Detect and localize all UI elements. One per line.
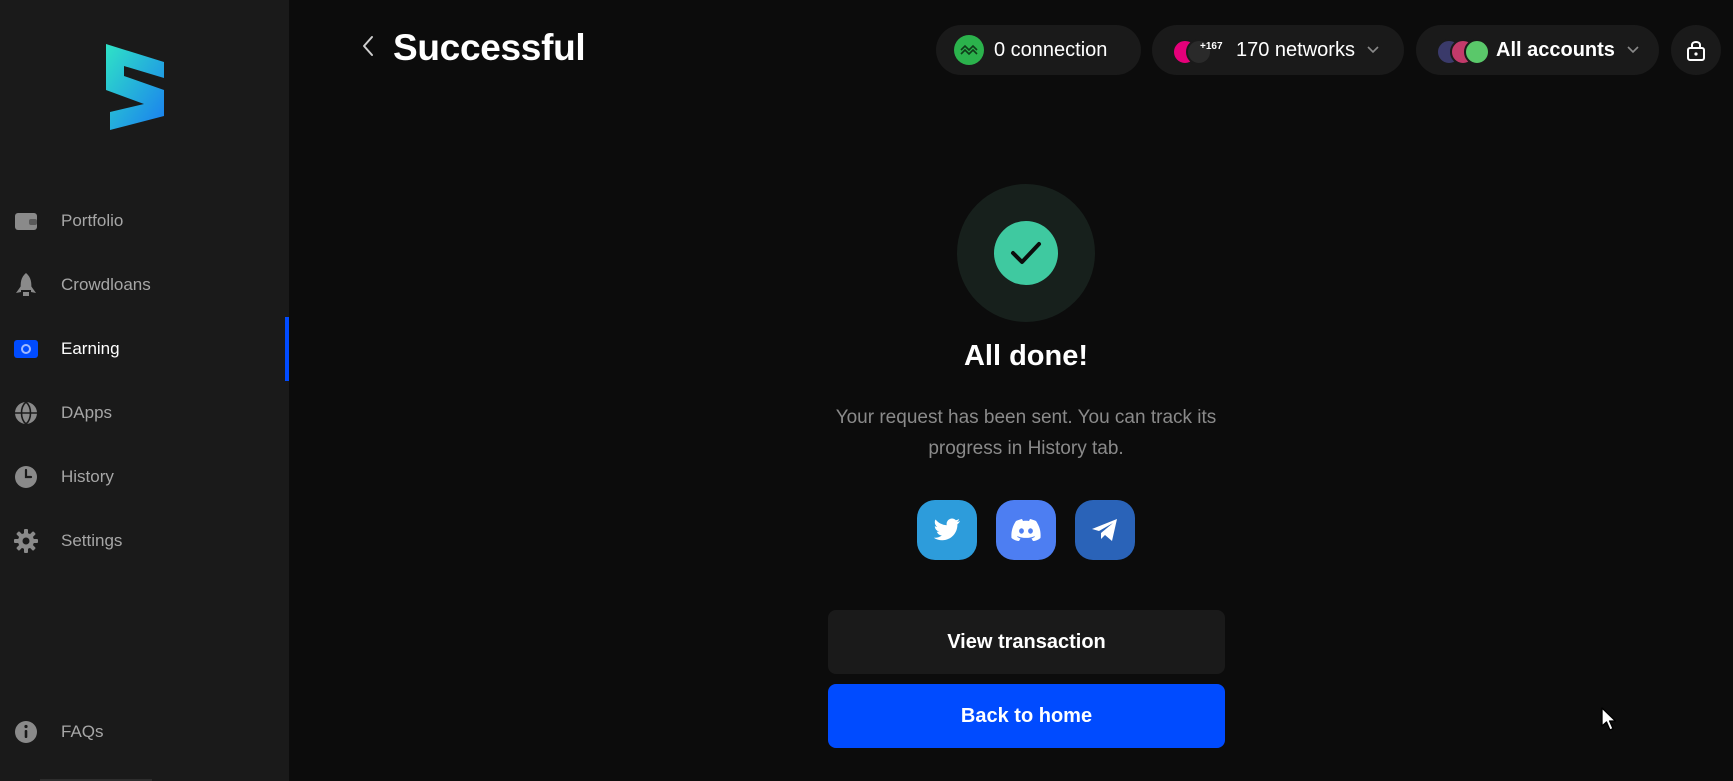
discord-icon: [1011, 519, 1041, 541]
info-icon: [13, 719, 39, 745]
connection-label: 0 connection: [994, 38, 1108, 61]
done-title: All done!: [963, 340, 1089, 372]
accounts-selector[interactable]: All accounts: [1416, 25, 1659, 75]
back-to-home-button[interactable]: Back to home: [828, 684, 1225, 748]
telegram-icon: [1092, 519, 1117, 541]
sidebar: Portfolio Crowdloans Earning DApps Histo: [0, 0, 289, 781]
sidebar-item-label: Earning: [61, 339, 120, 358]
account-avatars-icon: [1436, 37, 1490, 65]
sidebar-item-portfolio[interactable]: Portfolio: [0, 197, 289, 245]
checkmark-icon: [994, 221, 1058, 285]
active-indicator: [285, 317, 289, 381]
sidebar-item-label: DApps: [61, 403, 113, 422]
chevron-left-icon: [363, 36, 373, 56]
app-window: Portfolio Crowdloans Earning DApps Histo: [0, 0, 1733, 781]
sidebar-item-label: Settings: [61, 531, 123, 550]
networks-label: 170 networks: [1236, 38, 1355, 61]
twitter-button[interactable]: [917, 500, 977, 560]
sidebar-item-earning[interactable]: Earning: [0, 325, 289, 373]
sidebar-item-label: FAQs: [61, 722, 104, 741]
discord-button[interactable]: [996, 500, 1056, 560]
earning-icon: [13, 336, 39, 362]
networks-selector[interactable]: +167 170 networks: [1152, 25, 1404, 75]
sidebar-item-label: Crowdloans: [61, 275, 151, 294]
network-logos-icon: +167: [1172, 37, 1228, 65]
lock-icon: [1687, 41, 1705, 61]
chevron-down-icon: [1367, 46, 1379, 54]
connection-icon: [954, 35, 984, 65]
sidebar-item-faqs[interactable]: FAQs: [0, 708, 289, 756]
sidebar-item-label: History: [61, 467, 114, 486]
sidebar-item-history[interactable]: History: [0, 453, 289, 501]
mouse-cursor-icon: [1601, 707, 1617, 731]
twitter-icon: [933, 518, 960, 541]
done-description: Your request has been sent. You can trac…: [835, 407, 1217, 459]
globe-icon: [13, 400, 39, 426]
sidebar-item-dapps[interactable]: DApps: [0, 389, 289, 437]
success-indicator: [957, 184, 1095, 322]
back-button[interactable]: [356, 34, 380, 58]
lock-button[interactable]: [1671, 25, 1721, 75]
sidebar-item-label: Portfolio: [61, 211, 124, 230]
page-title: Successful: [393, 27, 586, 68]
connection-button[interactable]: 0 connection: [936, 25, 1141, 75]
wallet-icon: [13, 208, 39, 234]
accounts-label: All accounts: [1496, 38, 1615, 61]
sidebar-item-crowdloans[interactable]: Crowdloans: [0, 261, 289, 309]
gear-icon: [13, 528, 39, 554]
clock-icon: [13, 464, 39, 490]
chevron-down-icon: [1627, 46, 1639, 54]
subwallet-logo: [98, 40, 172, 132]
networks-badge: +167: [1200, 41, 1223, 52]
rocket-icon: [13, 272, 39, 298]
sidebar-item-settings[interactable]: Settings: [0, 517, 289, 565]
view-transaction-button[interactable]: View transaction: [828, 610, 1225, 674]
telegram-button[interactable]: [1075, 500, 1135, 560]
